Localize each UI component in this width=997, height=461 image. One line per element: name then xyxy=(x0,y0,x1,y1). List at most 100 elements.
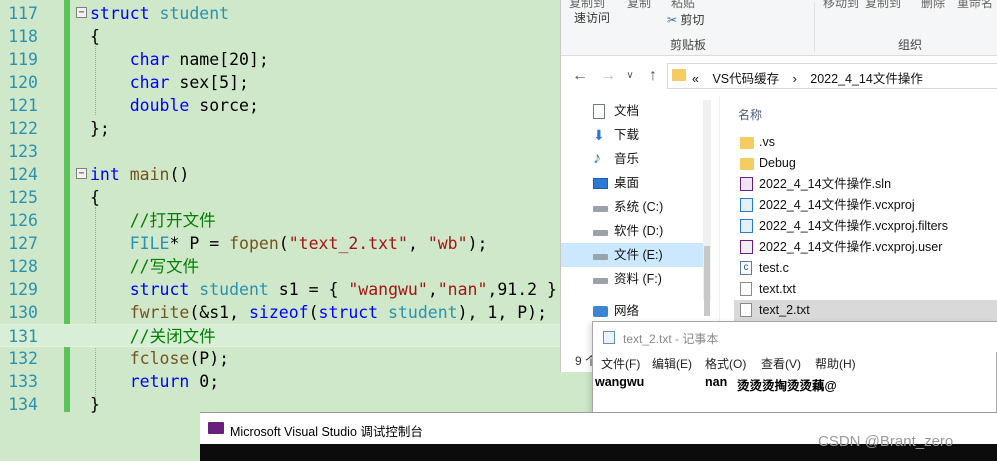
nav-item[interactable]: 文档 xyxy=(561,99,711,123)
nav-item[interactable]: ⬇ 下载 xyxy=(561,123,711,147)
line-number: 124 xyxy=(8,165,38,184)
breadcrumb-separator-icon[interactable]: › xyxy=(793,72,797,86)
up-arrow-icon[interactable]: ↑ xyxy=(644,67,662,85)
ribbon-move-to-label[interactable]: 移动到 xyxy=(823,0,859,11)
nav-item[interactable]: 资料 (F:) xyxy=(561,267,711,291)
fold-toggle-icon[interactable]: − xyxy=(76,7,87,18)
ribbon-delete-label[interactable]: 删除 xyxy=(921,0,945,11)
code-text: fclose(P); xyxy=(90,347,229,370)
code-token: fclose xyxy=(129,349,190,368)
nav-item[interactable]: ♪ 音乐 xyxy=(561,147,711,171)
ribbon-quick-access-label[interactable]: 速访问 xyxy=(574,9,610,26)
breadcrumb-item[interactable]: VS代码缓存 xyxy=(712,72,779,86)
code-line[interactable]: 127 FILE* P = fopen("text_2.txt", "wb"); xyxy=(0,232,600,255)
code-token: ); xyxy=(467,234,488,253)
vcxproj-user-icon xyxy=(740,240,753,254)
code-line[interactable]: 131 //关闭文件 xyxy=(0,324,600,347)
breadcrumb-item[interactable]: 2022_4_14文件操作 xyxy=(810,72,923,86)
file-row[interactable]: text_2.txt xyxy=(734,300,997,321)
code-line[interactable]: 118 { xyxy=(0,25,600,48)
code-token: fwrite xyxy=(129,303,190,322)
notepad-menu-item[interactable]: 文件(F) xyxy=(601,355,640,372)
code-line[interactable]: 123 xyxy=(0,140,600,163)
file-row[interactable]: 2022_4_14文件操作.vcxproj xyxy=(734,195,997,216)
notepad-menu-item[interactable]: 格式(O) xyxy=(705,355,746,372)
ribbon-cut-button[interactable]: ✂ 剪切 xyxy=(667,11,704,28)
code-text: double sorce; xyxy=(90,94,259,117)
notepad-menu-item[interactable]: 查看(V) xyxy=(761,355,801,372)
content-name: wangwu xyxy=(595,375,645,389)
code-line[interactable]: 117 − struct student xyxy=(0,2,600,25)
file-row[interactable]: .vs xyxy=(734,132,997,153)
nav-item[interactable]: 软件 (D:) xyxy=(561,219,711,243)
code-token: "wb" xyxy=(427,234,468,253)
file-row[interactable]: c test.c xyxy=(734,258,997,279)
code-text: { xyxy=(90,25,100,48)
code-text: } xyxy=(90,393,100,416)
file-icon-slot xyxy=(740,282,754,297)
nav-scrollbar-thumb[interactable] xyxy=(704,246,710,316)
code-token: * P = xyxy=(169,234,230,253)
line-number: 123 xyxy=(8,142,38,161)
notepad-titlebar[interactable]: text_2.txt - 记事本 xyxy=(593,322,997,352)
file-row[interactable]: 2022_4_14文件操作.vcxproj.filters xyxy=(734,216,997,237)
drive-icon xyxy=(593,278,608,284)
file-row[interactable]: 2022_4_14文件操作.sln xyxy=(734,174,997,195)
nav-item[interactable]: 文件 (E:) xyxy=(561,243,711,267)
ribbon-separator xyxy=(814,2,815,52)
code-line[interactable]: 128 //写文件 xyxy=(0,255,600,278)
recent-dropdown-chevron-icon[interactable]: ∨ xyxy=(621,67,639,85)
nav-item[interactable]: 网络 xyxy=(561,299,711,323)
code-line[interactable]: 124 − int main() xyxy=(0,163,600,186)
ribbon-rename-label[interactable]: 重命名 xyxy=(957,0,993,11)
code-token: struct xyxy=(129,280,190,299)
column-header-name[interactable]: 名称 xyxy=(738,106,762,123)
code-line[interactable]: 125 { xyxy=(0,186,600,209)
fold-toggle-icon[interactable]: − xyxy=(76,168,87,179)
notepad-icon xyxy=(603,331,615,344)
file-explorer-window[interactable]: 复制到 复制 速访问 粘贴 ✂ 剪切 剪贴板 移动到 复制到 删除 重命名 组织… xyxy=(560,0,997,372)
code-line[interactable]: 119 char name[20]; xyxy=(0,48,600,71)
notepad-menubar: 文件(F) 编辑(E) 格式(O) 查看(V) 帮助(H) xyxy=(593,352,997,374)
code-token: ), 1, P); xyxy=(457,303,548,322)
code-line[interactable]: 120 char sex[5]; xyxy=(0,71,600,94)
code-line[interactable]: 122}; xyxy=(0,117,600,140)
nav-item[interactable]: 桌面 xyxy=(561,171,711,195)
file-name: 2022_4_14文件操作.vcxproj.filters xyxy=(759,219,948,233)
nav-icon-slot xyxy=(593,248,609,262)
code-token: "text_2.txt" xyxy=(288,234,408,253)
address-path-box[interactable]: « VS代码缓存 › 2022_4_14文件操作 xyxy=(667,63,997,89)
code-line[interactable]: 132 fclose(P); xyxy=(0,347,600,370)
file-icon-slot xyxy=(740,240,754,255)
code-token: { xyxy=(90,27,100,46)
file-icon-slot xyxy=(740,303,754,318)
nav-icon-slot xyxy=(593,304,609,318)
code-line[interactable]: 129 struct student s1 = { "wangwu","nan"… xyxy=(0,278,600,301)
code-editor[interactable]: 117− struct student 118{119 char name[20];… xyxy=(0,0,600,461)
ribbon-paste-label[interactable]: 粘贴 xyxy=(671,0,695,11)
line-number: 126 xyxy=(8,211,38,230)
code-token: fopen xyxy=(229,234,279,253)
notepad-menu-item[interactable]: 编辑(E) xyxy=(652,355,692,372)
nav-icon-slot: ♪ xyxy=(593,151,609,167)
nav-item-label: 桌面 xyxy=(614,176,640,190)
forward-arrow-icon[interactable]: → xyxy=(599,67,617,85)
code-line[interactable]: 130 fwrite(&s1, sizeof(struct student), … xyxy=(0,301,600,324)
nav-item[interactable]: 系统 (C:) xyxy=(561,195,711,219)
ribbon-copy-to-label-2[interactable]: 复制到 xyxy=(865,0,901,11)
file-row[interactable]: 2022_4_14文件操作.vcxproj.user xyxy=(734,237,997,258)
file-row[interactable]: text.txt xyxy=(734,279,997,300)
code-token: , xyxy=(427,280,438,299)
back-arrow-icon[interactable]: ← xyxy=(571,67,589,85)
code-line[interactable]: 133 return 0; xyxy=(0,370,600,393)
ribbon-copy-label[interactable]: 复制 xyxy=(627,0,651,11)
file-icon-slot xyxy=(740,198,754,213)
breadcrumb-overflow-icon[interactable]: « xyxy=(692,72,699,86)
code-line[interactable]: 121 double sorce; xyxy=(0,94,600,117)
code-line[interactable]: 126 //打开文件 xyxy=(0,209,600,232)
file-row[interactable]: Debug xyxy=(734,153,997,174)
notepad-menu-item[interactable]: 帮助(H) xyxy=(815,355,856,372)
line-number: 129 xyxy=(8,280,38,299)
